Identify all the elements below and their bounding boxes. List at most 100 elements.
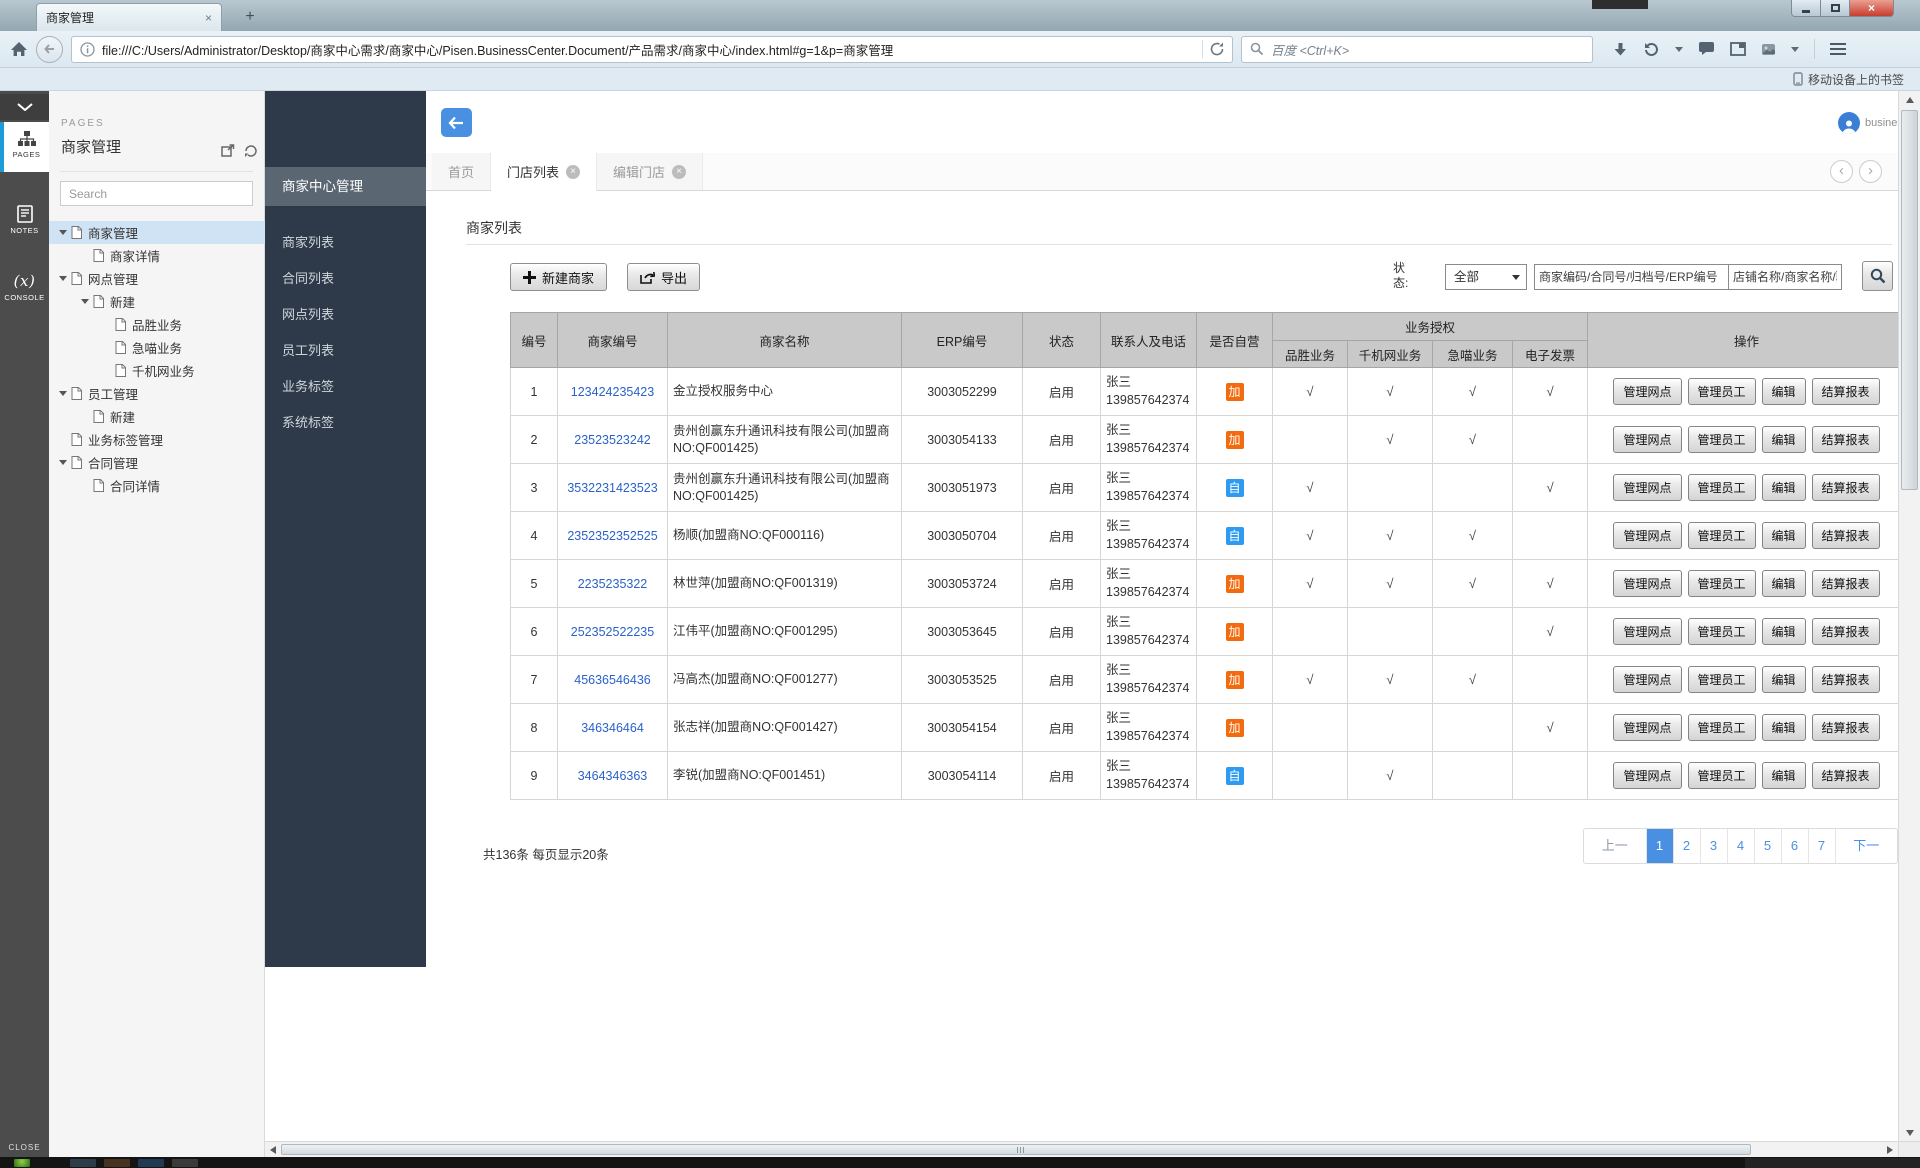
new-tab-button[interactable]: + — [237, 7, 263, 27]
merchant-code-link[interactable]: 3532231423523 — [567, 481, 657, 495]
vertical-scrollbar[interactable] — [1898, 91, 1920, 1141]
merchant-code-link[interactable]: 123424235423 — [571, 385, 654, 399]
export-button[interactable]: 导出 — [627, 263, 700, 291]
pagination-page-6[interactable]: 6 — [1781, 829, 1808, 863]
taskbar-app-icon[interactable] — [104, 1159, 130, 1167]
action-button-0[interactable]: 管理网点 — [1613, 618, 1681, 645]
history-dropdown-icon[interactable] — [1675, 47, 1683, 52]
maximize-button[interactable] — [1821, 0, 1850, 17]
merchant-code-link[interactable]: 252352522235 — [571, 625, 654, 639]
user-name[interactable]: business — [1865, 117, 1898, 129]
tab-close-icon[interactable]: × — [205, 11, 212, 25]
merchant-code-link[interactable]: 3464346363 — [578, 769, 648, 783]
expand-arrow-icon[interactable] — [59, 230, 67, 235]
action-button-2[interactable]: 编辑 — [1762, 426, 1806, 453]
menu-item-0[interactable]: 商家列表 — [265, 225, 426, 261]
tab-close-icon[interactable]: × — [672, 165, 686, 179]
tree-item-5[interactable]: 急喵业务 — [49, 336, 265, 359]
menu-item-3[interactable]: 员工列表 — [265, 333, 426, 369]
history-icon[interactable] — [1643, 42, 1660, 57]
home-icon[interactable] — [10, 41, 28, 57]
scroll-left-icon[interactable] — [265, 1142, 281, 1157]
search-button[interactable] — [1862, 261, 1893, 291]
taskbar-app-icon[interactable] — [70, 1159, 96, 1167]
user-avatar-icon[interactable] — [1838, 112, 1860, 134]
scroll-up-icon[interactable] — [1899, 91, 1920, 108]
action-button-2[interactable]: 编辑 — [1762, 762, 1806, 789]
pagination-page-2[interactable]: 2 — [1673, 829, 1700, 863]
taskbar-app-icon[interactable] — [138, 1159, 164, 1167]
new-merchant-button[interactable]: 新建商家 — [510, 263, 607, 291]
collapse-panel-button[interactable] — [0, 94, 49, 120]
merchant-code-link[interactable]: 2235235322 — [578, 577, 648, 591]
merchant-code-link[interactable]: 346346464 — [581, 721, 644, 735]
horizontal-scrollbar-thumb[interactable] — [281, 1144, 1751, 1155]
share-link-icon[interactable] — [244, 144, 257, 158]
action-button-0[interactable]: 管理网点 — [1613, 666, 1681, 693]
action-button-1[interactable]: 管理员工 — [1688, 618, 1756, 645]
browser-search-box[interactable]: 百度 <Ctrl+K> — [1241, 36, 1593, 63]
tree-item-3[interactable]: 新建 — [49, 290, 265, 313]
horizontal-scrollbar[interactable] — [265, 1141, 1898, 1157]
scroll-down-icon[interactable] — [1899, 1124, 1920, 1141]
expand-arrow-icon[interactable] — [59, 276, 67, 281]
vertical-scrollbar-thumb[interactable] — [1901, 110, 1918, 490]
action-button-1[interactable]: 管理员工 — [1688, 762, 1756, 789]
extension-dropdown-icon[interactable] — [1791, 47, 1799, 52]
action-button-2[interactable]: 编辑 — [1762, 474, 1806, 501]
taskbar-tray[interactable] — [1745, 1158, 1920, 1168]
menu-item-1[interactable]: 合同列表 — [265, 261, 426, 297]
url-bar[interactable]: file:///C:/Users/Administrator/Desktop/商… — [71, 36, 1233, 63]
action-button-1[interactable]: 管理员工 — [1688, 666, 1756, 693]
site-info-icon[interactable] — [80, 42, 95, 57]
menu-icon[interactable] — [1830, 43, 1846, 55]
action-button-1[interactable]: 管理员工 — [1688, 570, 1756, 597]
sidebar-item-pages[interactable]: PAGES — [0, 122, 49, 172]
merchant-code-link[interactable]: 23523523242 — [574, 433, 650, 447]
tab-groups-icon[interactable] — [1730, 42, 1746, 56]
action-button-1[interactable]: 管理员工 — [1688, 474, 1756, 501]
pagination-page-4[interactable]: 4 — [1727, 829, 1754, 863]
merchant-code-link[interactable]: 45636546436 — [574, 673, 650, 687]
action-button-3[interactable]: 结算报表 — [1812, 618, 1880, 645]
sidebar-item-console[interactable]: (x) CONSOLE — [0, 267, 49, 313]
menu-item-4[interactable]: 业务标签 — [265, 369, 426, 405]
action-button-2[interactable]: 编辑 — [1762, 570, 1806, 597]
open-in-new-window-icon[interactable] — [221, 144, 235, 158]
menu-item-5[interactable]: 系统标签 — [265, 405, 426, 441]
action-button-3[interactable]: 结算报表 — [1812, 522, 1880, 549]
chat-icon[interactable] — [1698, 42, 1715, 57]
action-button-0[interactable]: 管理网点 — [1613, 474, 1681, 501]
downloads-icon[interactable] — [1613, 42, 1628, 57]
mobile-bookmarks-label[interactable]: 移动设备上的书签 — [1808, 71, 1904, 88]
tree-item-1[interactable]: 商家详情 — [49, 244, 265, 267]
tree-item-7[interactable]: 员工管理 — [49, 382, 265, 405]
scroll-right-icon[interactable] — [1882, 1142, 1898, 1157]
action-button-3[interactable]: 结算报表 — [1812, 762, 1880, 789]
page-tab-2[interactable]: 编辑门店× — [597, 153, 703, 190]
action-button-2[interactable]: 编辑 — [1762, 378, 1806, 405]
tree-item-6[interactable]: 千机网业务 — [49, 359, 265, 382]
tree-item-2[interactable]: 网点管理 — [49, 267, 265, 290]
page-tab-1[interactable]: 门店列表× — [491, 153, 597, 191]
window-close-button[interactable]: × — [1850, 0, 1894, 17]
merchant-name-search-input[interactable] — [1728, 264, 1842, 290]
action-button-2[interactable]: 编辑 — [1762, 666, 1806, 693]
action-button-2[interactable]: 编辑 — [1762, 714, 1806, 741]
action-button-1[interactable]: 管理员工 — [1688, 522, 1756, 549]
browser-tab[interactable]: 商家管理 × — [36, 3, 222, 31]
action-button-2[interactable]: 编辑 — [1762, 618, 1806, 645]
action-button-1[interactable]: 管理员工 — [1688, 714, 1756, 741]
tree-item-8[interactable]: 新建 — [49, 405, 265, 428]
pagination-page-7[interactable]: 7 — [1808, 829, 1835, 863]
expand-arrow-icon[interactable] — [59, 391, 67, 396]
expand-arrow-icon[interactable] — [59, 460, 67, 465]
pagination-page-1[interactable]: 1 — [1646, 829, 1673, 863]
action-button-3[interactable]: 结算报表 — [1812, 666, 1880, 693]
page-tab-0[interactable]: 首页 — [432, 153, 491, 190]
action-button-1[interactable]: 管理员工 — [1688, 426, 1756, 453]
action-button-0[interactable]: 管理网点 — [1613, 426, 1681, 453]
action-button-0[interactable]: 管理网点 — [1613, 522, 1681, 549]
pages-search-input[interactable] — [60, 181, 253, 206]
pagination-page-5[interactable]: 5 — [1754, 829, 1781, 863]
